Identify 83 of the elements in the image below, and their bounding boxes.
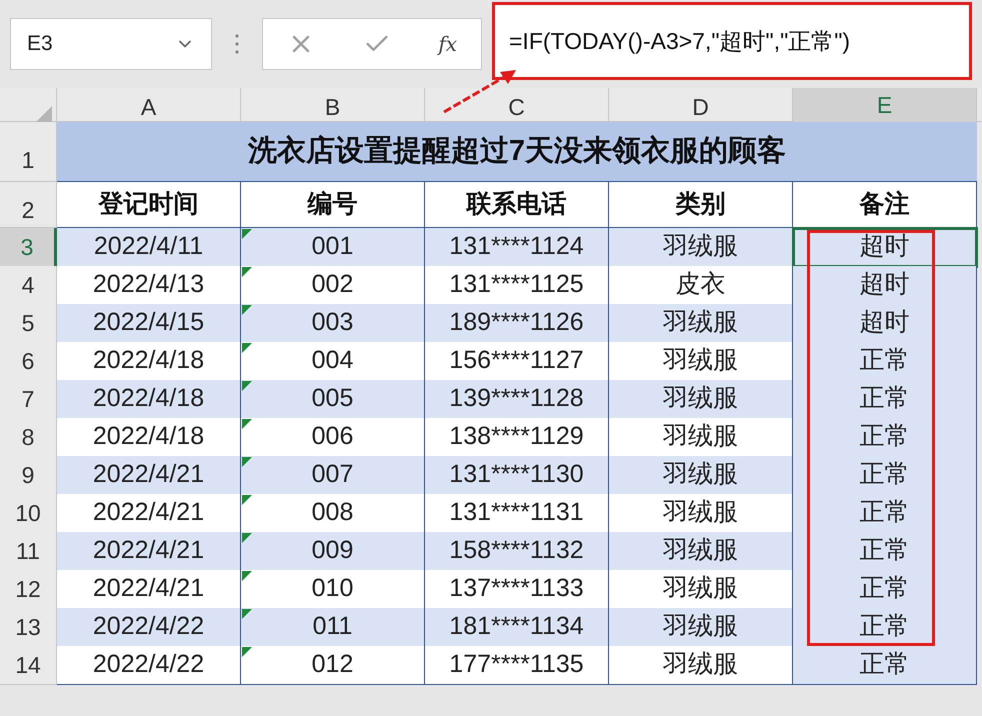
row-header[interactable]: 6 [0,342,57,380]
table-cell: 009 [241,532,425,570]
table-cell: 002 [241,266,425,304]
table-cell: 羽绒服 [609,342,793,380]
table-cell: 131****1125 [425,266,609,304]
table-cell: 2022/4/22 [57,646,241,684]
table-cell: 139****1128 [425,380,609,418]
sheet-title: 洗衣店设置提醒超过7天没来领衣服的顾客 [57,122,977,182]
table-cell: 011 [241,608,425,646]
table-cell: 羽绒服 [609,304,793,342]
table-cell: 012 [241,646,425,684]
table-cell: 正常 [793,342,977,380]
table-cell: 138****1129 [425,418,609,456]
table-cell: 羽绒服 [609,456,793,494]
table-cell: 2022/4/21 [57,532,241,570]
drag-handle-icon[interactable] [234,32,240,56]
table-cell: 156****1127 [425,342,609,380]
table-cell: 2022/4/21 [57,494,241,532]
table-cell: 005 [241,380,425,418]
row-header[interactable]: 2 [0,182,57,228]
row-header[interactable]: 3 [0,228,57,266]
table-cell: 羽绒服 [609,646,793,684]
table-cell: 158****1132 [425,532,609,570]
table-cell: 131****1131 [425,494,609,532]
table-cell: 正常 [793,418,977,456]
formula-field[interactable]: =IF(TODAY()-A3>7,"超时","正常") [492,2,972,80]
row-header[interactable]: 12 [0,570,57,608]
name-box[interactable]: E3 [10,18,212,70]
row-header[interactable]: 14 [0,646,57,684]
table-cell: 超时 [793,266,977,304]
table-cell: 181****1134 [425,608,609,646]
table-cell: 正常 [793,646,977,684]
table-cell: 2022/4/18 [57,380,241,418]
table-cell: 正常 [793,456,977,494]
row-header[interactable]: 8 [0,418,57,456]
table-cell: 羽绒服 [609,494,793,532]
row-header[interactable]: 13 [0,608,57,646]
table-cell: 008 [241,494,425,532]
column-title: 类别 [609,182,793,228]
table-cell: 羽绒服 [609,570,793,608]
row-header[interactable]: 5 [0,304,57,342]
table-cell: 羽绒服 [609,608,793,646]
table-cell: 007 [241,456,425,494]
table-cell: 177****1135 [425,646,609,684]
table-cell: 2022/4/21 [57,456,241,494]
table-cell: 2022/4/11 [57,228,241,266]
column-title: 登记时间 [57,182,241,228]
table-cell: 137****1133 [425,570,609,608]
table-cell: 正常 [793,570,977,608]
insert-function-button[interactable]: fx [438,29,458,59]
row-header[interactable]: 9 [0,456,57,494]
table-cell: 羽绒服 [609,418,793,456]
table-cell: 006 [241,418,425,456]
table-cell: 2022/4/21 [57,570,241,608]
table-cell: 羽绒服 [609,532,793,570]
row-header[interactable]: 7 [0,380,57,418]
row-header[interactable]: 4 [0,266,57,304]
table-cell: 2022/4/13 [57,266,241,304]
table-cell: 001 [241,228,425,266]
table-cell: 2022/4/22 [57,608,241,646]
table-cell: 2022/4/18 [57,342,241,380]
table-cell: 004 [241,342,425,380]
table-cell: 131****1124 [425,228,609,266]
table-cell: 羽绒服 [609,228,793,266]
table-cell: 189****1126 [425,304,609,342]
row-header[interactable]: 10 [0,494,57,532]
column-title: 备注 [793,182,977,228]
table-cell: 131****1130 [425,456,609,494]
formula-text: =IF(TODAY()-A3>7,"超时","正常") [509,26,850,56]
table-cell: 皮衣 [609,266,793,304]
table-cell: 003 [241,304,425,342]
row-header[interactable]: 11 [0,532,57,570]
cell-reference: E3 [27,31,53,58]
column-title: 联系电话 [425,182,609,228]
table-cell: 羽绒服 [609,380,793,418]
table-cell: 正常 [793,380,977,418]
table-cell: 正常 [793,532,977,570]
table-cell: 正常 [793,494,977,532]
table-cell: 2022/4/18 [57,418,241,456]
column-title: 编号 [241,182,425,228]
table-cell: 010 [241,570,425,608]
table-cell: 2022/4/15 [57,304,241,342]
table-cell: 超时 [793,304,977,342]
